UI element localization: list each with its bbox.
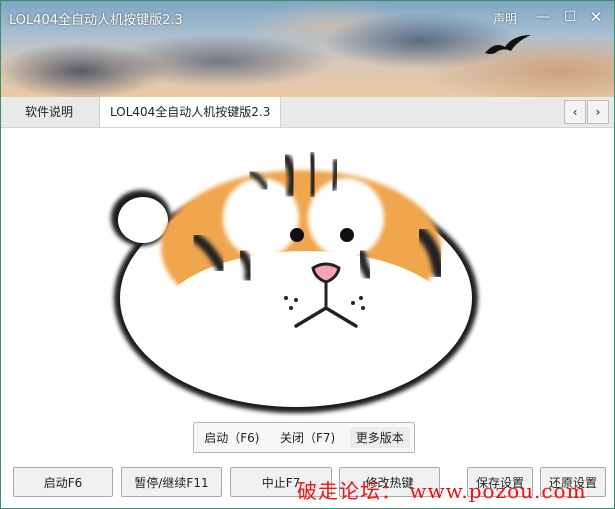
tab-software-info[interactable]: 软件说明 <box>15 97 83 127</box>
window-title: LOL404全自动人机按键版2.3 <box>9 13 183 28</box>
hotkey-info-bar: 启动（F6) 关闭（F7) 更多版本 <box>193 422 415 453</box>
tab-bar: 软件说明 LOL404全自动人机按键版2.3 ‹ › <box>1 97 614 128</box>
restore-settings-button[interactable]: 还原设置 <box>540 467 606 497</box>
hotkey-start-label: 启动（F6) <box>204 431 260 445</box>
hotkey-stop-label: 关闭（F7) <box>279 431 336 445</box>
declare-link[interactable]: 声明 <box>493 10 517 27</box>
tab-main[interactable]: LOL404全自动人机按键版2.3 <box>99 97 282 127</box>
stop-button[interactable]: 中止F7 <box>230 467 332 497</box>
more-versions-link[interactable]: 更多版本 <box>349 427 410 448</box>
bird-icon <box>485 35 531 54</box>
edit-hotkey-button[interactable]: 修改热键 <box>339 467 440 497</box>
maximize-icon[interactable]: ☐ <box>559 7 581 27</box>
start-button[interactable]: 启动F6 <box>13 467 113 497</box>
tab-next-button[interactable]: › <box>587 100 609 124</box>
tiger-illustration <box>111 151 478 413</box>
close-icon[interactable]: ✕ <box>585 7 607 27</box>
save-settings-button[interactable]: 保存设置 <box>467 467 533 497</box>
app-window: LOL404全自动人机按键版2.3 声明 — ☐ ✕ 软件说明 LOL404全自… <box>0 0 615 509</box>
tab-prev-button[interactable]: ‹ <box>564 100 586 124</box>
minimize-icon[interactable]: — <box>532 7 554 27</box>
main-content <box>1 128 614 458</box>
title-bar: LOL404全自动人机按键版2.3 声明 — ☐ ✕ <box>1 1 614 97</box>
pause-resume-button[interactable]: 暂停/继续F11 <box>121 467 222 497</box>
